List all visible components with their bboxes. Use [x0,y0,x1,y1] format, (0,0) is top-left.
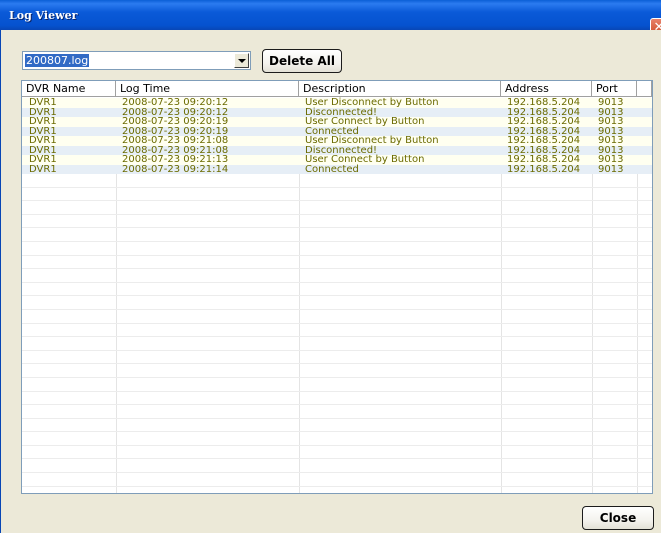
window-title: Log Viewer [9,9,78,22]
empty-row [22,310,652,324]
log-viewer-window: Log Viewer ✕ 200807.log Delete All DVR N… [0,0,661,533]
empty-row [22,174,652,188]
log-file-dropdown[interactable]: 200807.log [22,51,251,70]
empty-row [22,283,652,297]
column-header-log-time[interactable]: Log Time [116,81,299,97]
empty-row [22,269,652,283]
empty-row [22,446,652,460]
empty-row [22,392,652,406]
chevron-down-icon[interactable] [234,53,249,68]
log-file-selected-value: 200807.log [25,54,90,67]
column-header-port[interactable]: Port [592,81,637,97]
empty-row [22,351,652,365]
table-header: DVR Name Log Time Description Address Po… [22,81,652,97]
table-body: DVR1 2008-07-23 09:20:12 User Disconnect… [22,98,652,174]
empty-row [22,419,652,433]
empty-row [22,201,652,215]
cell-log-time: 2008-07-23 09:21:14 [122,163,229,175]
cell-dvr-name: DVR1 [29,163,57,175]
empty-row [22,337,652,351]
column-header-dvr-name[interactable]: DVR Name [22,81,116,97]
column-header-description[interactable]: Description [299,81,501,97]
column-header-address[interactable]: Address [501,81,592,97]
empty-row [22,256,652,270]
empty-row [22,324,652,338]
title-bar[interactable]: Log Viewer ✕ [0,0,661,38]
empty-row [22,459,652,474]
log-table[interactable]: DVR Name Log Time Description Address Po… [21,80,653,494]
empty-row [22,432,652,446]
column-header-filler [637,81,652,97]
empty-row [22,215,652,229]
close-button[interactable]: Close [582,506,654,530]
empty-rows [22,174,652,487]
empty-row [22,296,652,310]
empty-row [22,405,652,419]
delete-all-button[interactable]: Delete All [262,49,342,73]
empty-row [22,378,652,392]
empty-row [22,188,652,202]
cell-address: 192.168.5.204 [507,163,581,175]
empty-row [22,228,652,242]
empty-row [22,242,652,256]
empty-row [22,364,652,378]
cell-port: 9013 [598,163,624,175]
table-row[interactable]: DVR1 2008-07-23 09:21:14 Connected 192.1… [22,163,652,175]
cell-description: Connected [305,163,359,175]
empty-row [22,473,652,487]
